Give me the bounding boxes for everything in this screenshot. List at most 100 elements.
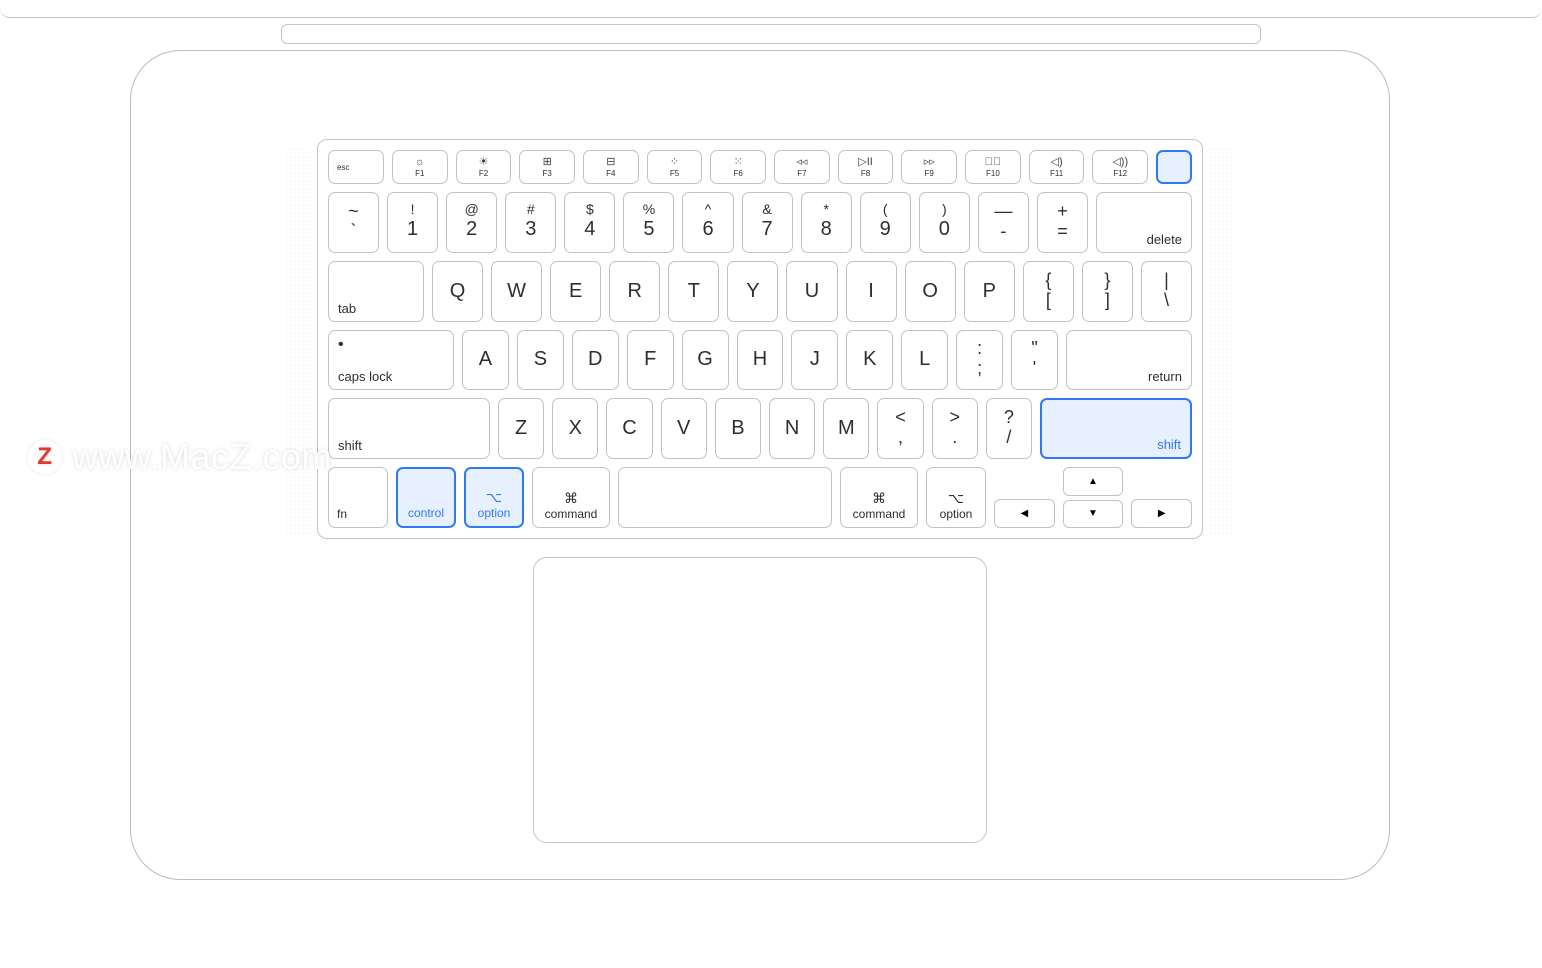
key-label: F7 <box>797 169 806 178</box>
key-n[interactable]: N <box>769 398 815 459</box>
key-arrow-right[interactable]: ▶ <box>1131 499 1192 528</box>
key-i[interactable]: I <box>846 261 897 322</box>
key-f1[interactable]: ☼F1 <box>392 150 448 184</box>
key-g[interactable]: G <box>682 330 729 391</box>
key-m[interactable]: M <box>823 398 869 459</box>
key-command-left[interactable]: ⌘command <box>532 467 610 528</box>
key-p[interactable]: P <box>964 261 1015 322</box>
key-delete[interactable]: delete <box>1096 192 1192 253</box>
arrow-right-icon: ▶ <box>1158 508 1166 519</box>
key-return[interactable]: return <box>1066 330 1192 391</box>
key-arrow-up[interactable]: ▲ <box>1063 467 1124 495</box>
key-slash[interactable]: ?/ <box>986 398 1032 459</box>
key-f6[interactable]: ⁙F6 <box>710 150 766 184</box>
key-0[interactable]: )0 <box>919 192 970 253</box>
key-backslash[interactable]: |\ <box>1141 261 1192 322</box>
speaker-grille-right <box>1209 147 1235 537</box>
key-label: control <box>408 506 444 520</box>
key-f2[interactable]: ☀F2 <box>456 150 512 184</box>
key-v[interactable]: V <box>661 398 707 459</box>
key-h[interactable]: H <box>737 330 784 391</box>
key-u[interactable]: U <box>786 261 837 322</box>
key-l[interactable]: L <box>901 330 948 391</box>
key-option-right[interactable]: ⌥option <box>926 467 986 528</box>
key-semicolon[interactable]: :; <box>956 330 1003 391</box>
key-f9[interactable]: ▹▹F9 <box>901 150 957 184</box>
key-option-left[interactable]: ⌥option <box>464 467 524 528</box>
key-bracket-left[interactable]: {[ <box>1023 261 1074 322</box>
key-6[interactable]: ^6 <box>682 192 733 253</box>
key-equals[interactable]: += <box>1037 192 1088 253</box>
key-y[interactable]: Y <box>727 261 778 322</box>
command-icon: ⌘ <box>564 491 578 505</box>
keyboard: esc ☼F1 ☀F2 ⊞F3 ⊟F4 ⁘F5 ⁙F6 ◃◃F7 ▷IIF8 ▹… <box>317 139 1203 539</box>
key-4[interactable]: $4 <box>564 192 615 253</box>
key-d[interactable]: D <box>572 330 619 391</box>
key-label: F2 <box>479 169 488 178</box>
key-comma[interactable]: <, <box>877 398 923 459</box>
key-x[interactable]: X <box>552 398 598 459</box>
key-command-right[interactable]: ⌘command <box>840 467 918 528</box>
key-1[interactable]: !1 <box>387 192 438 253</box>
key-f[interactable]: F <box>627 330 674 391</box>
key-8[interactable]: *8 <box>801 192 852 253</box>
key-arrow-down[interactable]: ▼ <box>1063 500 1124 528</box>
key-5[interactable]: %5 <box>623 192 674 253</box>
key-7[interactable]: &7 <box>742 192 793 253</box>
key-e[interactable]: E <box>550 261 601 322</box>
key-c[interactable]: C <box>606 398 652 459</box>
key-fn[interactable]: fn <box>328 467 388 528</box>
trackpad[interactable] <box>533 557 987 843</box>
key-t[interactable]: T <box>668 261 719 322</box>
key-label: F12 <box>1113 169 1127 178</box>
key-w[interactable]: W <box>491 261 542 322</box>
watermark: Z www.MacZ.com <box>28 436 332 478</box>
key-f3[interactable]: ⊞F3 <box>519 150 575 184</box>
key-a[interactable]: A <box>462 330 509 391</box>
home-row: • caps lock A S D F G H J K L :; "' retu… <box>328 330 1192 391</box>
key-label: fn <box>337 507 347 521</box>
key-z[interactable]: Z <box>498 398 544 459</box>
key-b[interactable]: B <box>715 398 761 459</box>
key-f10[interactable]: ◁⃠F10 <box>965 150 1021 184</box>
bottom-letter-row: shift Z X C V B N M <, >. ?/ shift <box>328 398 1192 459</box>
key-label: F4 <box>606 169 615 178</box>
key-k[interactable]: K <box>846 330 893 391</box>
key-f7[interactable]: ◃◃F7 <box>774 150 830 184</box>
key-2[interactable]: @2 <box>446 192 497 253</box>
key-bracket-right[interactable]: }] <box>1082 261 1133 322</box>
key-f12[interactable]: ◁))F12 <box>1092 150 1148 184</box>
key-r[interactable]: R <box>609 261 660 322</box>
key-label: F1 <box>415 169 424 178</box>
key-capslock[interactable]: • caps lock <box>328 330 454 391</box>
key-spacebar[interactable] <box>618 467 832 528</box>
watermark-text: www.MacZ.com <box>72 436 332 478</box>
key-f5[interactable]: ⁘F5 <box>647 150 703 184</box>
key-backtick[interactable]: ~` <box>328 192 379 253</box>
key-tab[interactable]: tab <box>328 261 424 322</box>
key-period[interactable]: >. <box>932 398 978 459</box>
key-quote[interactable]: "' <box>1011 330 1058 391</box>
launchpad-icon: ⊟ <box>606 157 615 168</box>
key-f8[interactable]: ▷IIF8 <box>838 150 894 184</box>
key-arrow-left[interactable]: ◀ <box>994 499 1055 528</box>
key-shift-left[interactable]: shift <box>328 398 490 459</box>
key-9[interactable]: (9 <box>860 192 911 253</box>
keyboard-bright-icon: ⁙ <box>734 157 743 168</box>
key-shift-right[interactable]: shift <box>1040 398 1192 459</box>
key-label: delete <box>1147 233 1182 246</box>
key-j[interactable]: J <box>791 330 838 391</box>
key-f11[interactable]: ◁)F11 <box>1029 150 1085 184</box>
key-power[interactable] <box>1156 150 1192 184</box>
play-pause-icon: ▷II <box>858 157 873 168</box>
key-control[interactable]: control <box>396 467 456 528</box>
key-3[interactable]: #3 <box>505 192 556 253</box>
key-f4[interactable]: ⊟F4 <box>583 150 639 184</box>
key-minus[interactable]: —- <box>978 192 1029 253</box>
key-o[interactable]: O <box>905 261 956 322</box>
key-q[interactable]: Q <box>432 261 483 322</box>
qwerty-row: tab Q W E R T Y U I O P {[ }] |\ <box>328 261 1192 322</box>
key-esc[interactable]: esc <box>328 150 384 184</box>
key-s[interactable]: S <box>517 330 564 391</box>
key-label: return <box>1148 370 1182 383</box>
